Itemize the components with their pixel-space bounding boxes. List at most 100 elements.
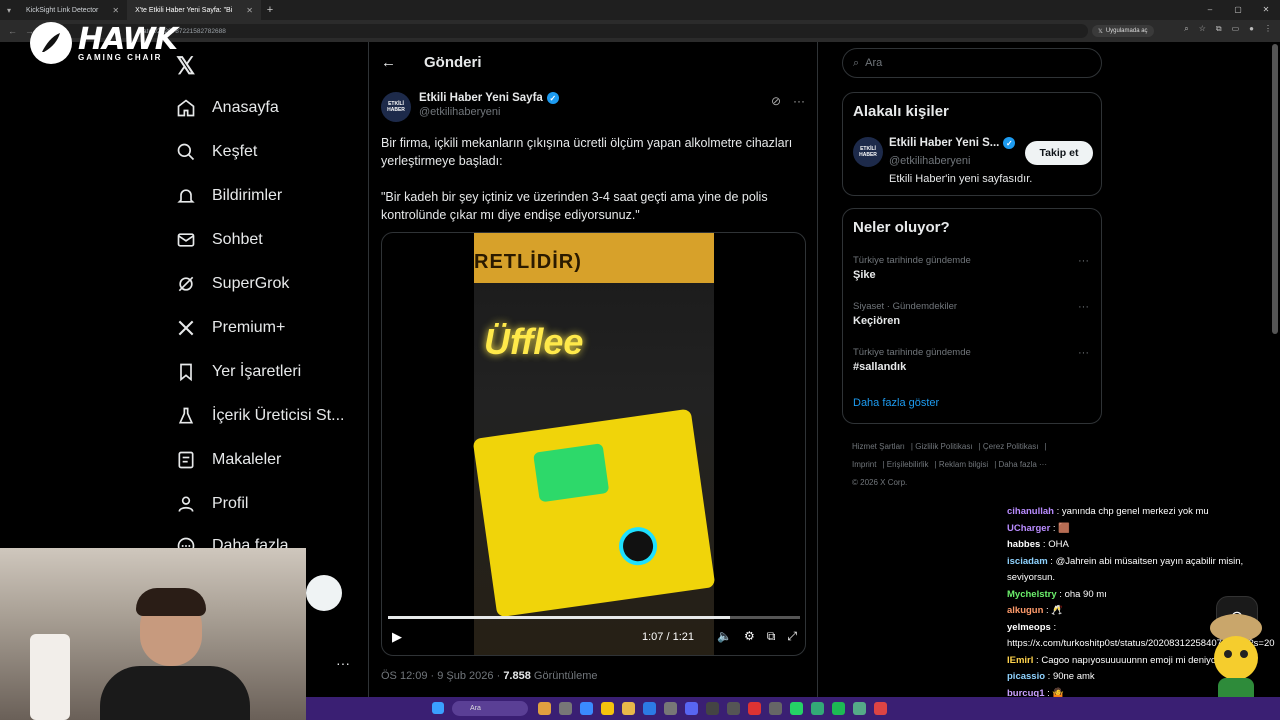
app-icon[interactable] (727, 702, 740, 715)
x-icon: 𝕏 (1098, 28, 1103, 35)
app-icon[interactable] (874, 702, 887, 715)
post-paragraph: "Bir kadeh bir şey içtiniz ve üzerinden … (381, 190, 768, 222)
more-options-icon[interactable]: ··· (793, 94, 805, 108)
windows-icon[interactable] (432, 702, 444, 714)
tab-title: X'te Etkili Haber Yeni Sayfa: "Bi (135, 6, 233, 14)
tab-search-icon[interactable]: ▾ (0, 0, 18, 20)
nav-item-profile[interactable]: Profil (176, 494, 248, 514)
footer-link[interactable]: Çerez Politikası (983, 442, 1039, 451)
more-options-icon[interactable]: ··· (1078, 255, 1089, 267)
views-label: Görüntüleme (530, 670, 598, 682)
maximize-icon[interactable]: ▢ (1224, 0, 1252, 20)
browser-tab-2[interactable]: X'te Etkili Haber Yeni Sayfa: "Bi ✕ (127, 0, 261, 20)
nav-item-notifications[interactable]: Bildirimler (176, 186, 282, 206)
whatsapp-icon[interactable] (790, 702, 803, 715)
flask-icon (178, 407, 194, 424)
email-icon[interactable] (643, 702, 656, 715)
video-progress-bar[interactable] (388, 616, 800, 619)
avatar[interactable]: ETKİLİ HABER (853, 137, 883, 167)
chat-message: UCharger : 🟫 (1007, 522, 1071, 534)
nav-item-messages[interactable]: Sohbet (176, 230, 263, 250)
app-icon[interactable] (706, 702, 719, 715)
app-icon[interactable] (559, 702, 572, 715)
chat-username: isciadam (1007, 555, 1048, 567)
close-icon[interactable]: ✕ (112, 6, 119, 15)
more-options-icon[interactable]: ··· (1078, 301, 1089, 313)
settings-icon[interactable]: ⚙ (744, 629, 755, 644)
taskbar-search[interactable]: Ara (452, 701, 528, 716)
close-icon[interactable]: ✕ (246, 6, 253, 15)
new-tab-icon[interactable]: + (261, 4, 279, 16)
author-name[interactable]: Etkili Haber Yeni Sayfa ✓ (419, 92, 559, 104)
post-timestamp[interactable]: ÖS 12:09 · 9 Şub 2026 · (381, 670, 503, 682)
url-field[interactable]: status/2020787221582782688 (58, 24, 1088, 38)
grok-icon[interactable]: ⊘ (771, 94, 781, 108)
avatar[interactable]: ETKİLİ HABER (381, 92, 411, 122)
open-in-app-button[interactable]: 𝕏 Uygulamada aç (1092, 25, 1154, 37)
video-brand-text: Üfflee (484, 321, 584, 362)
chrome-icon[interactable] (601, 702, 614, 715)
trend-category: Türkiye tarihinde gündemde (853, 255, 971, 266)
grok-icon (178, 276, 194, 292)
volume-icon[interactable]: 🔈 (717, 629, 732, 644)
footer-link[interactable]: Daha fazla ··· (999, 460, 1047, 469)
star-icon[interactable]: ☆ (1199, 24, 1206, 34)
menu-icon[interactable]: ⋮ (1264, 24, 1272, 34)
nav-item-explore[interactable]: Keşfet (176, 142, 257, 162)
x-logo-icon[interactable]: 𝕏 (176, 52, 195, 81)
footer-link[interactable]: Imprint (852, 460, 876, 469)
widget-icon[interactable] (538, 702, 551, 715)
refresh-icon[interactable] (664, 702, 677, 715)
play-icon[interactable]: ▶ (392, 629, 402, 645)
zoom-icon[interactable]: ⌕ (1184, 24, 1188, 34)
nav-item-premium[interactable]: Premium+ (176, 318, 285, 338)
post-button-partial[interactable] (306, 575, 342, 611)
picture-in-picture-icon[interactable]: ⧉ (767, 629, 776, 644)
footer-link[interactable]: Gizlilik Politikası (915, 442, 972, 451)
folder-icon[interactable] (622, 702, 635, 715)
trend-item[interactable]: Türkiye tarihinde gündemde #sallandık (853, 347, 971, 373)
footer-link[interactable]: Hizmet Şartları (852, 442, 905, 451)
close-window-icon[interactable]: ✕ (1252, 0, 1280, 20)
discord-icon[interactable] (685, 702, 698, 715)
show-more-link[interactable]: Daha fazla göster (853, 397, 939, 409)
nav-item-supergrok[interactable]: SuperGrok (176, 274, 289, 294)
streamer-body (100, 666, 250, 720)
nav-item-articles[interactable]: Makaleler (176, 450, 281, 470)
extensions-icon[interactable]: ⧉ (1216, 24, 1222, 34)
app-icon[interactable] (811, 702, 824, 715)
app-icon[interactable] (769, 702, 782, 715)
browser-icon[interactable] (580, 702, 593, 715)
trend-item[interactable]: Türkiye tarihinde gündemde Şike (853, 255, 971, 281)
author-handle[interactable]: @etkilihaberyeni (419, 106, 559, 118)
profile-icon[interactable]: ● (1249, 24, 1254, 34)
nav-item-bookmarks[interactable]: Yer İşaretleri (176, 362, 301, 382)
chat-username: Mychelstry (1007, 588, 1057, 600)
cast-icon[interactable]: ▭ (1232, 24, 1240, 34)
account-more-icon[interactable]: ··· (336, 655, 350, 671)
app-icon[interactable] (853, 702, 866, 715)
app-icon[interactable] (748, 702, 761, 715)
search-input[interactable]: ⌕ Ara (842, 48, 1102, 78)
video-player[interactable]: RETLİDİR) Üfflee ▶ 1:07 / 1:21 🔈 ⚙ ⧉ ⤢ (381, 232, 806, 656)
post-author[interactable]: ETKİLİ HABER Etkili Haber Yeni Sayfa ✓ @… (381, 92, 559, 122)
footer-link[interactable]: Erişilebilirlik (887, 460, 929, 469)
minimize-icon[interactable]: – (1196, 0, 1224, 20)
video-progress-fill (388, 616, 730, 619)
page-scrollbar[interactable] (1272, 44, 1278, 334)
hawk-feather-icon (30, 22, 72, 64)
bookmark-icon (180, 363, 192, 382)
spotify-icon[interactable] (832, 702, 845, 715)
footer-link[interactable]: Reklam bilgisi (939, 460, 988, 469)
trend-item[interactable]: Siyaset · Gündemdekiler Keçiören (853, 301, 957, 327)
back-icon[interactable]: ← (8, 26, 17, 36)
related-person-name[interactable]: Etkili Haber Yeni S... ✓ (889, 137, 1016, 149)
browser-tab-1[interactable]: KickSight Link Detector ✕ (18, 0, 127, 20)
nav-item-creator-studio[interactable]: İçerik Üreticisi St... (176, 406, 344, 426)
follow-button[interactable]: Takip et (1025, 141, 1093, 165)
nav-item-home[interactable]: Anasayfa (176, 98, 279, 118)
more-options-icon[interactable]: ··· (1078, 347, 1089, 359)
back-arrow-icon[interactable]: ← (381, 54, 396, 71)
fullscreen-icon[interactable]: ⤢ (787, 629, 797, 644)
related-person-handle[interactable]: @etkilihaberyeni (889, 155, 971, 167)
